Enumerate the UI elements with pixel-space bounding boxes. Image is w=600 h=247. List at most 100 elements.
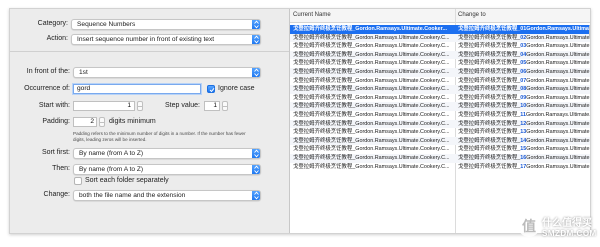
table-row[interactable]: 戈登拉姆齐终极烹饪教程_Gordon.Ramsays.Ultimate.Cook… (290, 68, 590, 77)
change-to-rest: Gordon.Ramsays.Ultimate.Coo (526, 69, 590, 75)
change-to-cell: 戈登拉姆齐终极烹饪教程_09Gordon.Ramsays.Ultimate.Co… (458, 94, 590, 103)
change-popup[interactable]: both the file name and the extension (73, 190, 261, 201)
change-to-cell: 戈登拉姆齐终极烹饪教程_15Gordon.Ramsays.Ultimate.Co… (458, 145, 590, 154)
change-to-cell: 戈登拉姆齐终极烹饪教程_12Gordon.Ramsays.Ultimate.Co… (458, 120, 590, 129)
column-header-change-to[interactable]: Change to (458, 12, 486, 18)
current-name-cell: 戈登拉姆齐终极烹饪教程_Gordon.Ramsays.Ultimate.Cook… (293, 34, 450, 41)
start-with-input[interactable]: 1 (73, 101, 135, 111)
column-header-current-name[interactable]: Current Name (293, 12, 331, 18)
change-to-prefix: 戈登拉姆齐终极烹饪教程_ (458, 155, 521, 161)
table-row[interactable]: 戈登拉姆齐终极烹饪教程_Gordon.Ramsays.Ultimate.Cook… (290, 119, 590, 129)
change-to-prefix: 戈登拉姆齐终极烹饪教程_ (458, 86, 521, 93)
change-to-cell: 戈登拉姆齐终极烹饪教程_04Gordon.Ramsays.Ultimate.Co… (458, 51, 590, 60)
current-name-cell: 戈登拉姆齐终极烹饪教程_Gordon.Ramsays.Ultimate.Cook… (293, 60, 450, 67)
change-to-prefix: 戈登拉姆齐终极烹饪教程_ (458, 77, 521, 84)
table-row[interactable]: 戈登拉姆齐终极烹饪教程_Gordon.Ramsays.Ultimate.Cook… (290, 128, 590, 137)
padding-suffix: digits minimum (109, 118, 156, 125)
change-to-rest: Gordon.Ramsays.Ultimate.Coo (526, 120, 590, 127)
current-name-cell: 戈登拉姆齐终极烹饪教程_Gordon.Ramsays.Ultimate.Cook… (293, 77, 450, 84)
change-to-prefix: 戈登拉姆齐终极烹饪教程_ (458, 34, 521, 41)
action-value: Insert sequence number in front of exist… (77, 36, 215, 43)
sort-first-value: By name (from A to Z) (79, 150, 144, 157)
sort-first-popup[interactable]: By name (from A to Z) (73, 148, 261, 159)
change-to-prefix: 戈登拉姆齐终极烹饪教程_ (458, 129, 521, 136)
change-to-cell: 戈登拉姆齐终极烹饪教程_01Gordon.Ramsays.Ultimate.Co… (458, 25, 590, 34)
ignore-case-checkbox[interactable] (207, 85, 215, 93)
current-name-cell: 戈登拉姆齐终极烹饪教程_Gordon.Ramsays.Ultimate.Cook… (293, 155, 450, 161)
in-front-of-value: 1st (79, 69, 88, 76)
change-to-rest: Gordon.Ramsays.Ultimate.Coo (526, 60, 590, 67)
step-value-input[interactable]: 1 (204, 101, 220, 111)
change-to-rest: Gordon.Ramsays.Ultimate.Coo (526, 34, 590, 41)
change-to-cell: 戈登拉姆齐终极烹饪教程_08Gordon.Ramsays.Ultimate.Co… (458, 85, 590, 94)
table-row[interactable]: 戈登拉姆齐终极烹饪教程_Gordon.Ramsays.Ultimate.Cook… (290, 42, 590, 51)
occurrence-input[interactable]: gord (73, 84, 201, 94)
current-name-cell: 戈登拉姆齐终极烹饪教程_Gordon.Ramsays.Ultimate.Cook… (293, 146, 450, 153)
table-row[interactable]: 戈登拉姆齐终极烹饪教程_Gordon.Ramsays.Ultimate.Cook… (290, 50, 590, 60)
current-name-cell: 戈登拉姆齐终极烹饪教程_Gordon.Ramsays.Ultimate.Cook… (293, 51, 450, 58)
ignore-case-label: Ignore case (218, 85, 255, 92)
step-value-stepper[interactable] (222, 101, 228, 111)
change-to-prefix: 戈登拉姆齐终极烹饪教程_ (458, 112, 521, 118)
start-with-stepper[interactable] (137, 101, 143, 111)
popup-arrows-icon (252, 165, 260, 174)
table-row[interactable]: 戈登拉姆齐终极烹饪教程_Gordon.Ramsays.Ultimate.Cook… (290, 59, 590, 68)
table-row[interactable]: 戈登拉姆齐终极烹饪教程_Gordon.Ramsays.Ultimate.Cook… (290, 163, 590, 172)
change-to-prefix: 戈登拉姆齐终极烹饪教程_ (458, 51, 521, 58)
then-popup[interactable]: By name (from A to Z) (73, 164, 261, 175)
action-popup[interactable]: Insert sequence number in front of exist… (71, 34, 261, 45)
change-to-prefix: 戈登拉姆齐终极烹饪教程_ (458, 103, 521, 110)
change-to-cell: 戈登拉姆齐终极烹饪教程_16Gordon.Ramsays.Ultimate.Co… (458, 154, 590, 163)
change-to-rest: Gordon.Ramsays.Ultimate.Coo (526, 163, 590, 170)
table-row[interactable]: 戈登拉姆齐终极烹饪教程_Gordon.Ramsays.Ultimate.Cook… (290, 77, 590, 86)
table-row[interactable]: 戈登拉姆齐终极烹饪教程_Gordon.Ramsays.Ultimate.Cook… (290, 136, 590, 146)
change-to-prefix: 戈登拉姆齐终极烹饪教程_ (458, 60, 521, 67)
change-to-cell: 戈登拉姆齐终极烹饪教程_17Gordon.Ramsays.Ultimate.Co… (458, 163, 590, 172)
in-front-of-popup[interactable]: 1st (73, 67, 261, 78)
change-to-rest: Gordon.Ramsays.Ultimate.Coo (526, 155, 590, 161)
watermark-logo-icon: 值 (518, 215, 540, 237)
sort-each-folder-checkbox[interactable] (74, 177, 82, 185)
change-to-prefix: 戈登拉姆齐终极烹饪教程_ (458, 120, 521, 127)
table-row[interactable]: 戈登拉姆齐终极烹饪教程_Gordon.Ramsays.Ultimate.Cook… (290, 111, 590, 120)
change-to-prefix: 戈登拉姆齐终极烹饪教程_ (458, 26, 521, 32)
checkmark-icon (209, 87, 214, 92)
padding-input[interactable]: 2 (73, 117, 97, 127)
step-value-value: 1 (213, 102, 217, 109)
current-name-cell: 戈登拉姆齐终极烹饪教程_Gordon.Ramsays.Ultimate.Cook… (293, 103, 450, 110)
current-name-cell: 戈登拉姆齐终极烹饪教程_Gordon.Ramsays.Ultimate.Cook… (293, 26, 447, 32)
change-to-prefix: 戈登拉姆齐终极烹饪教程_ (458, 163, 521, 170)
change-to-prefix: 戈登拉姆齐终极烹饪教程_ (458, 146, 521, 153)
watermark-domain: SMZDM.COM (542, 229, 597, 238)
table-row[interactable]: 戈登拉姆齐终极烹饪教程_Gordon.Ramsays.Ultimate.Cook… (290, 154, 590, 163)
popup-arrows-icon (252, 20, 260, 29)
table-row[interactable]: 戈登拉姆齐终极烹饪教程_Gordon.Ramsays.Ultimate.Cook… (290, 25, 590, 34)
in-front-of-label: In front of the: (26, 68, 70, 75)
occurrence-label: Occurrence of: (24, 85, 70, 92)
table-header: Current Name Change to (290, 9, 590, 23)
table-row[interactable]: 戈登拉姆齐终极烹饪教程_Gordon.Ramsays.Ultimate.Cook… (290, 85, 590, 94)
change-value: both the file name and the extension (79, 192, 186, 199)
padding-label: Padding: (42, 118, 70, 125)
change-to-rest: Gordon.Ramsays.Ultimate.Coo (526, 103, 590, 110)
change-to-cell: 戈登拉姆齐终极烹饪教程_06Gordon.Ramsays.Ultimate.Co… (458, 68, 590, 77)
table-row[interactable]: 戈登拉姆齐终极烹饪教程_Gordon.Ramsays.Ultimate.Cook… (290, 145, 590, 154)
occurrence-value: gord (77, 85, 91, 92)
start-with-value: 1 (127, 102, 131, 109)
current-name-cell: 戈登拉姆齐终极烹饪教程_Gordon.Ramsays.Ultimate.Cook… (293, 86, 450, 93)
change-to-rest: Gordon.Ramsays.Ultimate.Coo (526, 94, 590, 101)
step-value-label: Step value: (164, 102, 200, 109)
change-to-cell: 戈登拉姆齐终极烹饪教程_02Gordon.Ramsays.Ultimate.Co… (458, 34, 590, 43)
table-row[interactable]: 戈登拉姆齐终极烹饪教程_Gordon.Ramsays.Ultimate.Cook… (290, 33, 590, 43)
popup-arrows-icon (252, 35, 260, 44)
change-to-rest: Gordon.Ramsays.Ultimate.Coo (526, 129, 590, 136)
then-label: Then: (52, 165, 70, 172)
change-to-rest: Gordon.Ramsays.Ultimate.Coo (526, 146, 590, 153)
change-to-rest: Gordon.Ramsays.Ultimate.Coo (526, 112, 590, 118)
table-row[interactable]: 戈登拉姆齐终极烹饪教程_Gordon.Ramsays.Ultimate.Cook… (290, 94, 590, 103)
scrollbar[interactable] (589, 25, 590, 39)
category-popup[interactable]: Sequence Numbers (71, 19, 261, 30)
padding-stepper[interactable] (99, 117, 105, 127)
table-row[interactable]: 戈登拉姆齐终极烹饪教程_Gordon.Ramsays.Ultimate.Cook… (290, 102, 590, 111)
current-name-cell: 戈登拉姆齐终极烹饪教程_Gordon.Ramsays.Ultimate.Cook… (293, 69, 450, 75)
